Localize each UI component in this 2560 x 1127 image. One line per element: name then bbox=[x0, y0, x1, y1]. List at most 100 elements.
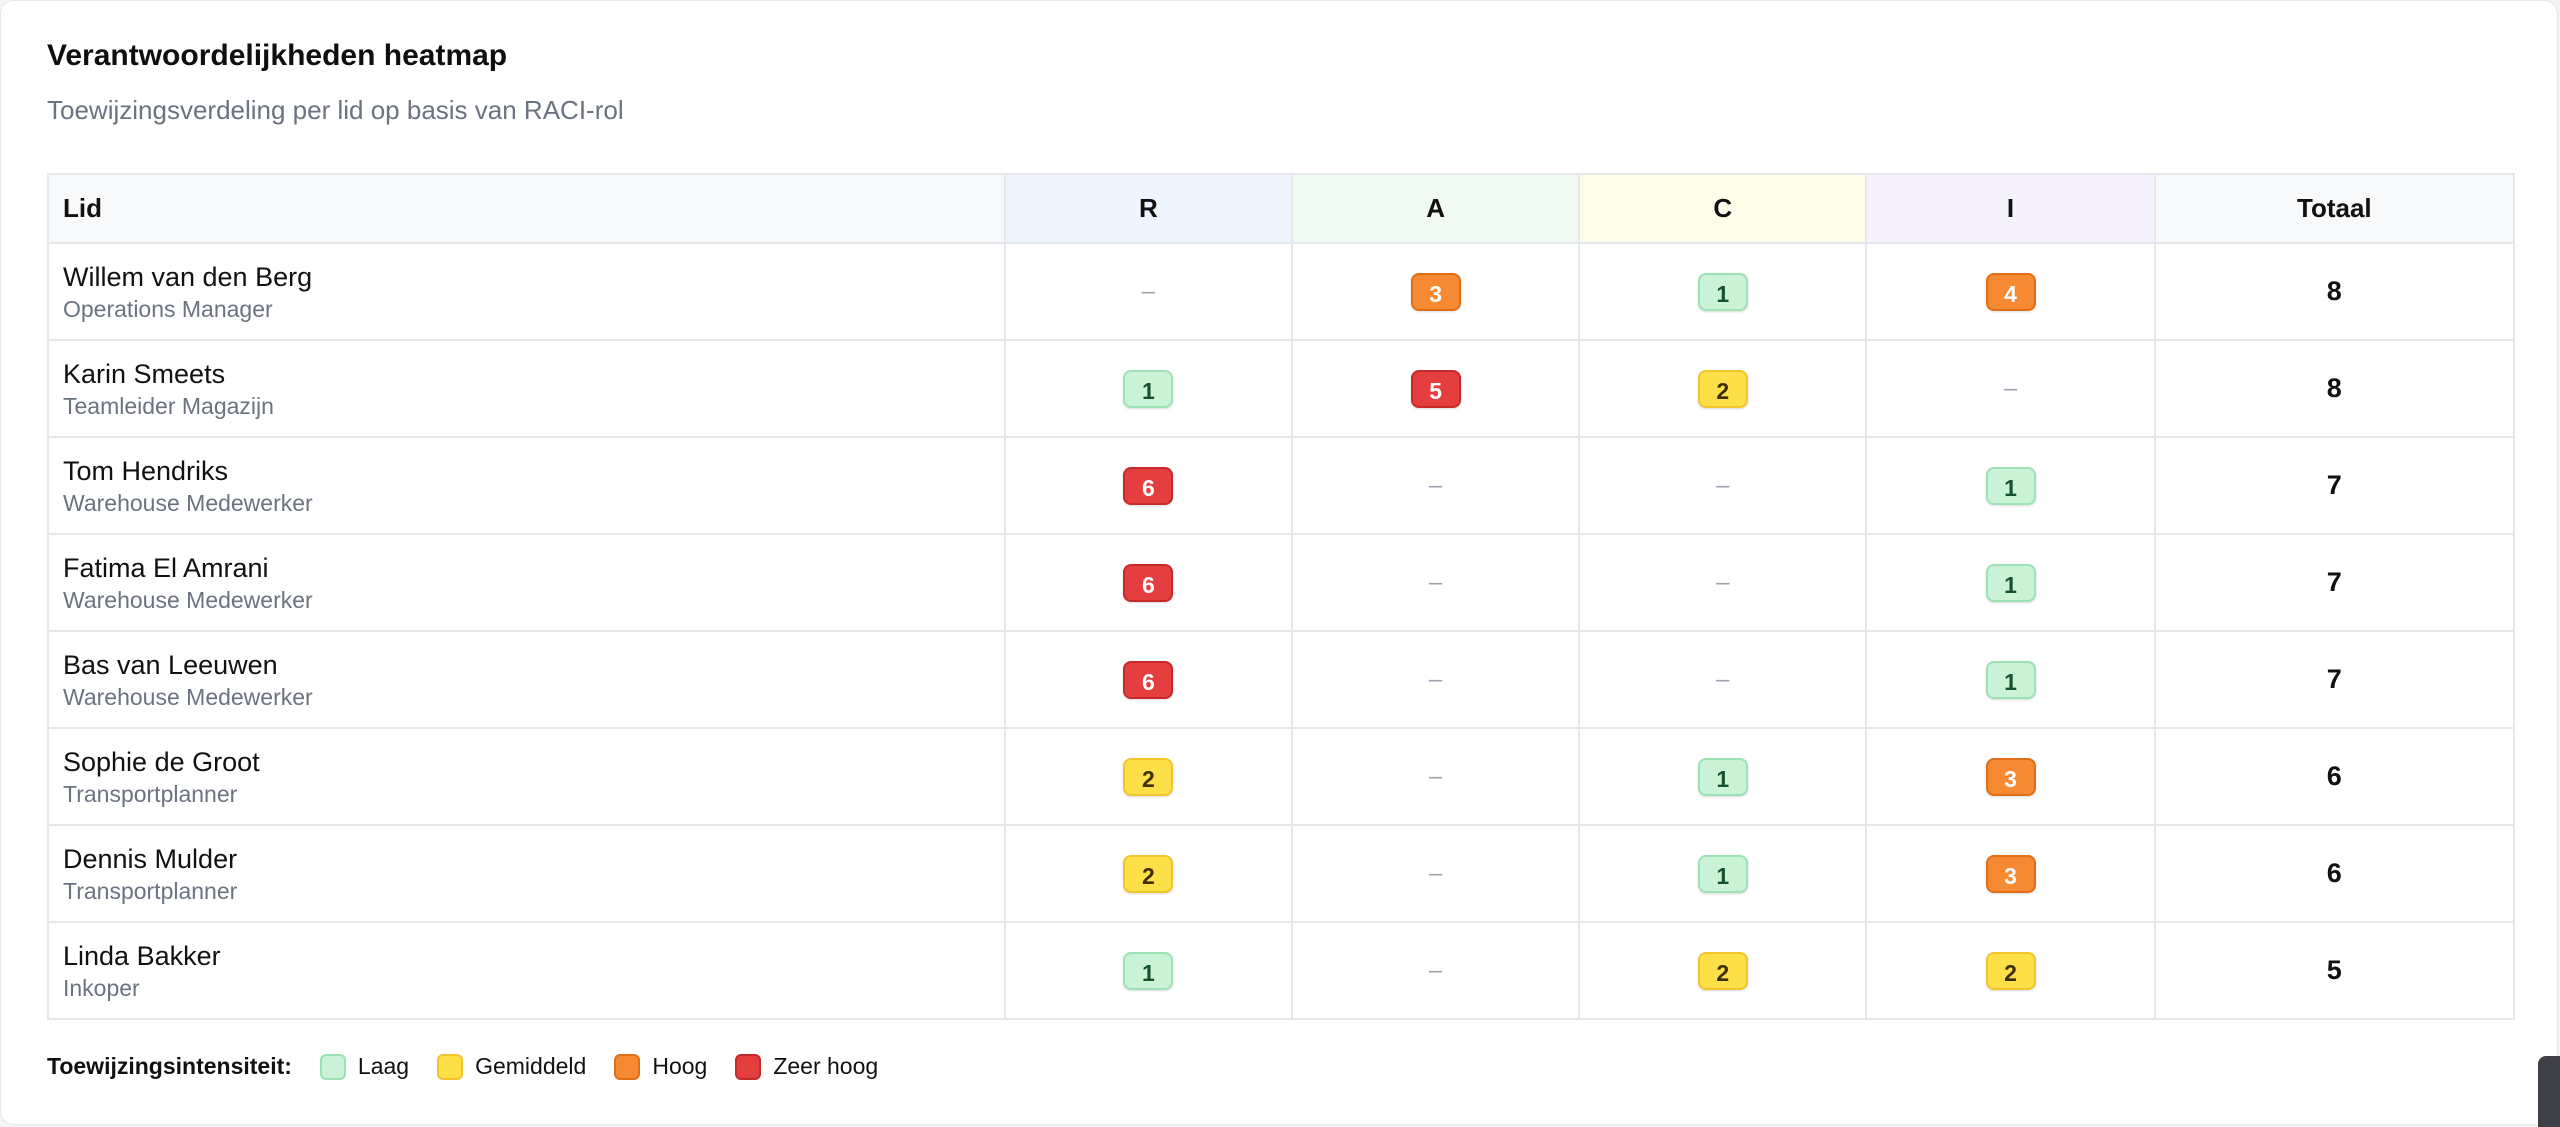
count-badge: 1 bbox=[1123, 951, 1174, 990]
table-row: Karin Smeets Teamleider Magazijn 1 5 2 – 8 bbox=[47, 339, 2516, 438]
count-badge: 4 bbox=[1985, 272, 2036, 311]
raci-cell-r: 6 bbox=[1003, 436, 1293, 535]
table-row: Sophie de Groot Transportplanner 2 – 1 3 6 bbox=[47, 727, 2516, 826]
member-name: Linda Bakker bbox=[63, 940, 221, 971]
count-badge: 1 bbox=[1985, 466, 2036, 505]
member-role: Warehouse Medewerker bbox=[63, 586, 313, 613]
total-value: 8 bbox=[2326, 276, 2342, 306]
empty-marker: – bbox=[1428, 665, 1443, 693]
count-badge: 3 bbox=[1410, 272, 1461, 311]
empty-marker: – bbox=[1716, 471, 1730, 499]
count-badge: 6 bbox=[1123, 563, 1174, 602]
raci-cell-a: 5 bbox=[1290, 339, 1581, 438]
total-cell: 7 bbox=[2153, 533, 2516, 632]
member-role: Warehouse Medewerker bbox=[63, 683, 313, 710]
count-badge: 6 bbox=[1123, 466, 1174, 505]
raci-cell-a: – bbox=[1290, 436, 1581, 535]
member-cell: Linda Bakker Inkoper bbox=[47, 921, 1006, 1020]
member-name: Dennis Mulder bbox=[63, 843, 238, 874]
legend-item-zeer-hoog: Zeer hoog bbox=[735, 1053, 878, 1080]
member-role: Teamleider Magazijn bbox=[63, 392, 274, 419]
raci-cell-a: – bbox=[1290, 630, 1581, 729]
raci-cell-r: – bbox=[1003, 242, 1293, 341]
raci-cell-a: – bbox=[1290, 921, 1581, 1020]
count-badge: 1 bbox=[1123, 369, 1174, 408]
total-value: 6 bbox=[2326, 761, 2342, 791]
raci-cell-i: 4 bbox=[1865, 242, 2156, 341]
empty-marker: – bbox=[1428, 956, 1443, 984]
intensity-legend: Toewijzingsintensiteit: Laag Gemiddeld H… bbox=[47, 1053, 906, 1080]
count-badge: 6 bbox=[1123, 660, 1174, 699]
count-badge: 1 bbox=[1985, 660, 2036, 699]
raci-cell-c: – bbox=[1578, 533, 1868, 632]
member-cell: Sophie de Groot Transportplanner bbox=[47, 727, 1006, 826]
total-cell: 8 bbox=[2153, 242, 2516, 341]
count-badge: 1 bbox=[1985, 563, 2036, 602]
member-cell: Bas van Leeuwen Warehouse Medewerker bbox=[47, 630, 1006, 729]
raci-cell-c: 1 bbox=[1578, 242, 1868, 341]
raci-cell-r: 6 bbox=[1003, 630, 1293, 729]
member-name: Willem van den Berg bbox=[63, 261, 313, 292]
empty-marker: – bbox=[1428, 471, 1443, 499]
raci-cell-i: – bbox=[1865, 339, 2156, 438]
legend-text-laag: Laag bbox=[357, 1053, 410, 1079]
total-cell: 7 bbox=[2153, 630, 2516, 729]
raci-cell-c: – bbox=[1578, 436, 1868, 535]
legend-swatch-zeer-hoog bbox=[735, 1053, 762, 1080]
raci-cell-i: 2 bbox=[1865, 921, 2156, 1020]
raci-cell-c: – bbox=[1578, 630, 1868, 729]
heatmap-card: Verantwoordelijkheden heatmap Toewijzing… bbox=[0, 0, 2558, 1125]
card-subtitle: Toewijzingsverdeling per lid op basis va… bbox=[47, 95, 624, 125]
raci-cell-i: 3 bbox=[1865, 824, 2156, 923]
total-value: 7 bbox=[2326, 664, 2342, 694]
total-value: 7 bbox=[2326, 470, 2342, 500]
card-title: Verantwoordelijkheden heatmap bbox=[47, 39, 508, 72]
total-cell: 5 bbox=[2153, 921, 2516, 1020]
total-cell: 6 bbox=[2153, 824, 2516, 923]
total-value: 7 bbox=[2326, 567, 2342, 597]
raci-cell-i: 1 bbox=[1865, 533, 2156, 632]
header-i: I bbox=[1865, 173, 2156, 244]
count-badge: 1 bbox=[1697, 757, 1748, 796]
member-name: Karin Smeets bbox=[63, 358, 226, 389]
table-row: Linda Bakker Inkoper 1 – 2 2 5 bbox=[47, 921, 2516, 1020]
raci-heatmap-table: Lid R A C I Totaal Willem van den Berg Op… bbox=[47, 173, 2516, 1020]
count-badge: 3 bbox=[1985, 854, 2036, 893]
header-c: C bbox=[1578, 173, 1868, 244]
raci-cell-i: 1 bbox=[1865, 436, 2156, 535]
total-cell: 7 bbox=[2153, 436, 2516, 535]
member-name: Bas van Leeuwen bbox=[63, 649, 278, 680]
empty-marker: – bbox=[1428, 568, 1443, 596]
header-a: A bbox=[1290, 173, 1581, 244]
header-lid: Lid bbox=[47, 173, 1006, 244]
total-value: 5 bbox=[2326, 955, 2342, 985]
empty-marker: – bbox=[2003, 374, 2018, 402]
raci-cell-a: – bbox=[1290, 824, 1581, 923]
empty-marker: – bbox=[1428, 859, 1443, 887]
count-badge: 1 bbox=[1697, 272, 1748, 311]
legend-text-gemiddeld: Gemiddeld bbox=[475, 1053, 587, 1079]
raci-cell-a: 3 bbox=[1290, 242, 1581, 341]
empty-marker: – bbox=[1428, 762, 1443, 790]
legend-item-hoog: Hoog bbox=[614, 1053, 707, 1080]
total-cell: 8 bbox=[2153, 339, 2516, 438]
member-name: Tom Hendriks bbox=[63, 455, 229, 486]
count-badge: 3 bbox=[1985, 757, 2036, 796]
member-cell: Willem van den Berg Operations Manager bbox=[47, 242, 1006, 341]
raci-cell-c: 1 bbox=[1578, 824, 1868, 923]
count-badge: 1 bbox=[1697, 854, 1748, 893]
legend-label: Toewijzingsintensiteit: bbox=[47, 1053, 292, 1079]
total-value: 8 bbox=[2326, 373, 2342, 403]
raci-cell-i: 1 bbox=[1865, 630, 2156, 729]
member-name: Sophie de Groot bbox=[63, 746, 260, 777]
member-role: Transportplanner bbox=[63, 877, 238, 904]
legend-swatch-laag bbox=[319, 1053, 346, 1080]
table-row: Fatima El Amrani Warehouse Medewerker 6 – – 1… bbox=[47, 533, 2516, 632]
raci-cell-a: – bbox=[1290, 727, 1581, 826]
window-edge-handle[interactable] bbox=[2538, 1056, 2560, 1127]
legend-swatch-hoog bbox=[614, 1053, 641, 1080]
table-row: Tom Hendriks Warehouse Medewerker 6 – – 1 7 bbox=[47, 436, 2516, 535]
count-badge: 2 bbox=[1123, 757, 1174, 796]
raci-cell-r: 1 bbox=[1003, 921, 1293, 1020]
member-cell: Tom Hendriks Warehouse Medewerker bbox=[47, 436, 1006, 535]
